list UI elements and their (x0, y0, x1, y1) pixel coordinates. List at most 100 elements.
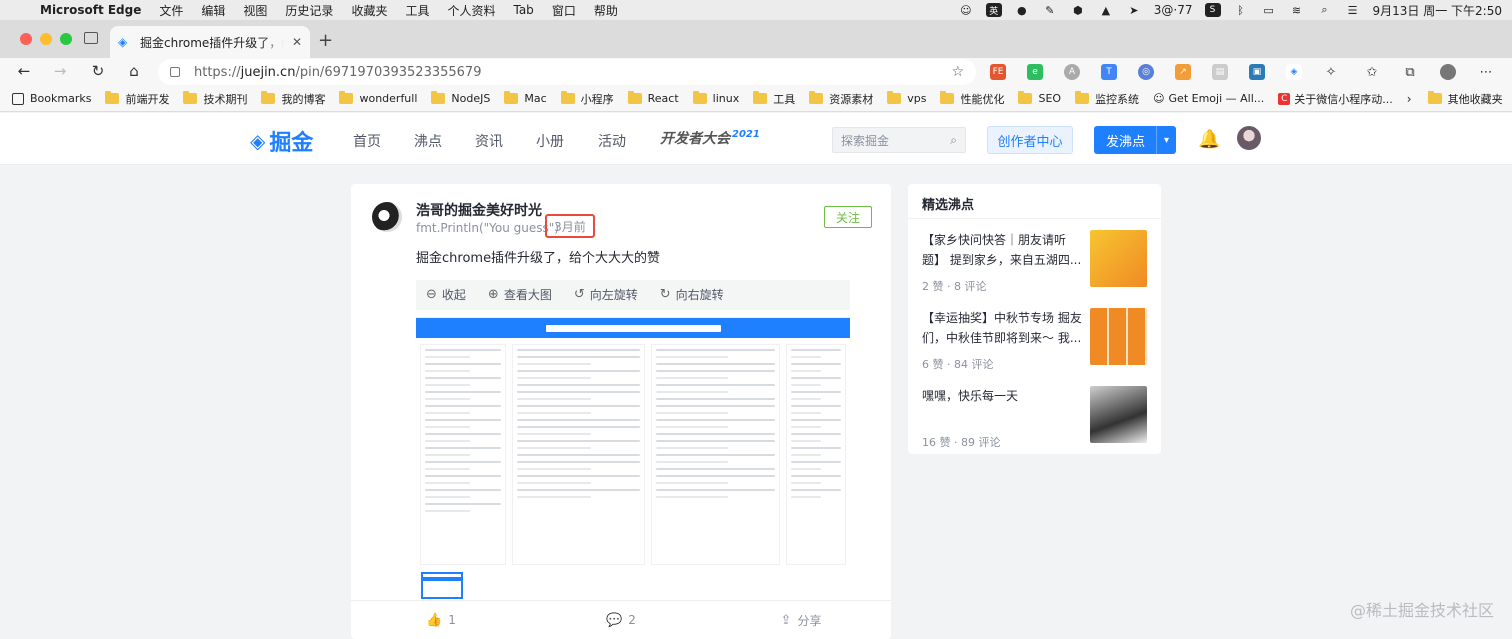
control-center-icon[interactable]: ☰ (1345, 3, 1361, 17)
nav-home[interactable]: 首页 (353, 131, 381, 151)
collapse-button[interactable]: ⊖ 收起 (426, 286, 466, 303)
search-input[interactable]: 探索掘金 ⌕ (832, 127, 966, 153)
nav-pins[interactable]: 沸点 (414, 131, 442, 151)
chart-extension-icon[interactable]: ↗ (1175, 64, 1191, 80)
nav-news[interactable]: 资讯 (475, 131, 503, 151)
new-tab-icon[interactable]: + (318, 30, 333, 51)
pin-image[interactable] (416, 310, 850, 565)
search-icon[interactable]: ⌕ (1317, 3, 1333, 17)
bookmark-item[interactable]: Bookmarks (12, 92, 91, 105)
publish-pin-button[interactable]: 发沸点 ▾ (1094, 126, 1176, 154)
bookmark-item[interactable]: wonderfull (339, 91, 417, 105)
menu-window[interactable]: 窗口 (552, 2, 576, 19)
menu-profile[interactable]: 个人资料 (447, 2, 495, 19)
bookmark-item[interactable]: SEO (1018, 91, 1061, 105)
bookmark-item[interactable]: React (627, 91, 679, 105)
collections-icon[interactable]: ⧉ (1402, 64, 1418, 80)
active-tab[interactable]: ◈ 掘金chrome插件升级了，给个大大大的赞 ✕ (110, 26, 310, 58)
evernote-extension-icon[interactable]: e (1027, 64, 1043, 80)
bell-icon[interactable]: 🔔 (1198, 129, 1220, 150)
menu-edit[interactable]: 编辑 (201, 2, 225, 19)
creator-center-button[interactable]: 创作者中心 (987, 126, 1073, 154)
adblock-extension-icon[interactable]: A (1064, 64, 1080, 80)
featured-pin-thumbnail[interactable] (1090, 230, 1147, 287)
doc-extension-icon[interactable]: ▤ (1212, 64, 1228, 80)
close-tab-icon[interactable]: ✕ (292, 35, 302, 49)
refresh-icon[interactable]: ↻ (88, 62, 108, 80)
nav-books[interactable]: 小册 (536, 131, 564, 151)
menubar-app-name[interactable]: Microsoft Edge (40, 3, 141, 17)
juejin-logo[interactable]: ◈ 掘金 (250, 125, 313, 157)
send-icon[interactable]: ➤ (1126, 3, 1142, 17)
featured-pin-thumbnail[interactable] (1090, 308, 1147, 365)
favorites-icon[interactable]: ✩ (1364, 64, 1380, 80)
hat-icon[interactable]: ▲ (1098, 3, 1114, 17)
back-icon[interactable]: ← (14, 62, 34, 80)
menu-tab[interactable]: Tab (513, 3, 533, 17)
bookmark-item[interactable]: C 关于微信小程序动... (1278, 91, 1393, 107)
s-app-icon[interactable]: S (1204, 3, 1221, 17)
input-method-icon[interactable]: 英 (985, 3, 1002, 17)
featured-pin[interactable]: 【家乡快问快答｜朋友请听题】 提到家乡，来自五湖四... 2 赞 · 8 评论 (922, 230, 1147, 294)
bookmark-item[interactable]: 我的博客 (261, 91, 325, 107)
chevron-right-icon[interactable]: › (1407, 92, 1412, 106)
menu-tools[interactable]: 工具 (405, 2, 429, 19)
nav-events[interactable]: 活动 (598, 131, 626, 151)
screen-extension-icon[interactable]: ▣ (1249, 64, 1265, 80)
close-window-button[interactable] (20, 33, 32, 45)
pencil-icon[interactable]: ✎ (1042, 3, 1058, 17)
face-icon[interactable]: ☺ (958, 3, 974, 17)
chevron-down-icon[interactable]: ▾ (1156, 126, 1176, 154)
fe-extension-icon[interactable]: FE (990, 64, 1006, 80)
juejin-extension-icon[interactable]: ◈ (1286, 64, 1302, 80)
author-avatar[interactable] (372, 202, 402, 232)
bookmark-item[interactable]: vps (887, 91, 926, 105)
home-icon[interactable]: ⌂ (124, 62, 144, 80)
wechat-icon[interactable]: ● (1014, 3, 1030, 17)
developer-conference-link[interactable]: 开发者大会 2021 (660, 128, 760, 148)
bookmark-item[interactable]: 小程序 (560, 91, 614, 107)
other-bookmarks[interactable]: 其他收藏夹 (1427, 91, 1503, 107)
bookmark-item[interactable]: 监控系统 (1075, 91, 1139, 107)
add-favorite-icon[interactable]: ☆ (951, 64, 964, 80)
menu-view[interactable]: 视图 (243, 2, 267, 19)
rotate-left-button[interactable]: ↺ 向左旋转 (574, 286, 638, 303)
lock-icon[interactable] (170, 67, 180, 77)
bookmark-item[interactable]: 性能优化 (940, 91, 1004, 107)
translate-extension-icon[interactable]: T (1101, 64, 1117, 80)
view-large-button[interactable]: ⊕ 查看大图 (488, 286, 552, 303)
more-menu-icon[interactable]: ⋯ (1478, 64, 1494, 80)
bluetooth-icon[interactable]: ᛒ (1233, 3, 1249, 17)
minimize-window-button[interactable] (40, 33, 52, 45)
bookmark-item[interactable]: ☺ Get Emoji — All... (1153, 92, 1264, 105)
featured-pin-thumbnail[interactable] (1090, 386, 1147, 443)
hexagon-icon[interactable]: ⬢ (1070, 3, 1086, 17)
like-button[interactable]: 👍 1 (351, 613, 531, 628)
wifi-icon[interactable]: ≋ (1289, 3, 1305, 17)
featured-pin[interactable]: 嘿嘿，快乐每一天 16 赞 · 89 评论 (922, 386, 1147, 450)
follow-button[interactable]: 关注 (824, 206, 872, 228)
author-name[interactable]: 浩哥的掘金美好时光 (416, 200, 542, 220)
battery-icon[interactable]: ▭ (1261, 3, 1277, 17)
search-icon[interactable]: ⌕ (950, 133, 957, 148)
image-thumbnail[interactable] (421, 572, 463, 599)
globe-extension-icon[interactable]: ◎ (1138, 64, 1154, 80)
bookmark-item[interactable]: 资源素材 (809, 91, 873, 107)
forward-icon[interactable]: → (50, 62, 70, 80)
tab-actions-icon[interactable] (84, 32, 98, 44)
address-bar[interactable]: https://juejin.cn/pin/697197039352335567… (158, 59, 976, 85)
menu-history[interactable]: 历史记录 (285, 2, 333, 19)
bookmark-item[interactable]: NodeJS (431, 91, 490, 105)
bookmark-item[interactable]: Mac (504, 91, 547, 105)
bookmark-item[interactable]: 前端开发 (105, 91, 169, 107)
featured-pin[interactable]: 【幸运抽奖】中秋节专场 掘友们，中秋佳节即将到来～ 我... 6 赞 · 84 … (922, 308, 1147, 372)
comment-button[interactable]: 💬 2 (531, 613, 711, 628)
menu-file[interactable]: 文件 (159, 2, 183, 19)
user-avatar[interactable] (1237, 126, 1261, 150)
bookmark-item[interactable]: 工具 (753, 91, 795, 107)
bookmark-item[interactable]: 技术期刊 (183, 91, 247, 107)
maximize-window-button[interactable] (60, 33, 72, 45)
extensions-icon[interactable]: ✧ (1323, 64, 1339, 80)
menu-help[interactable]: 帮助 (594, 2, 618, 19)
menu-favorites[interactable]: 收藏夹 (351, 2, 387, 19)
